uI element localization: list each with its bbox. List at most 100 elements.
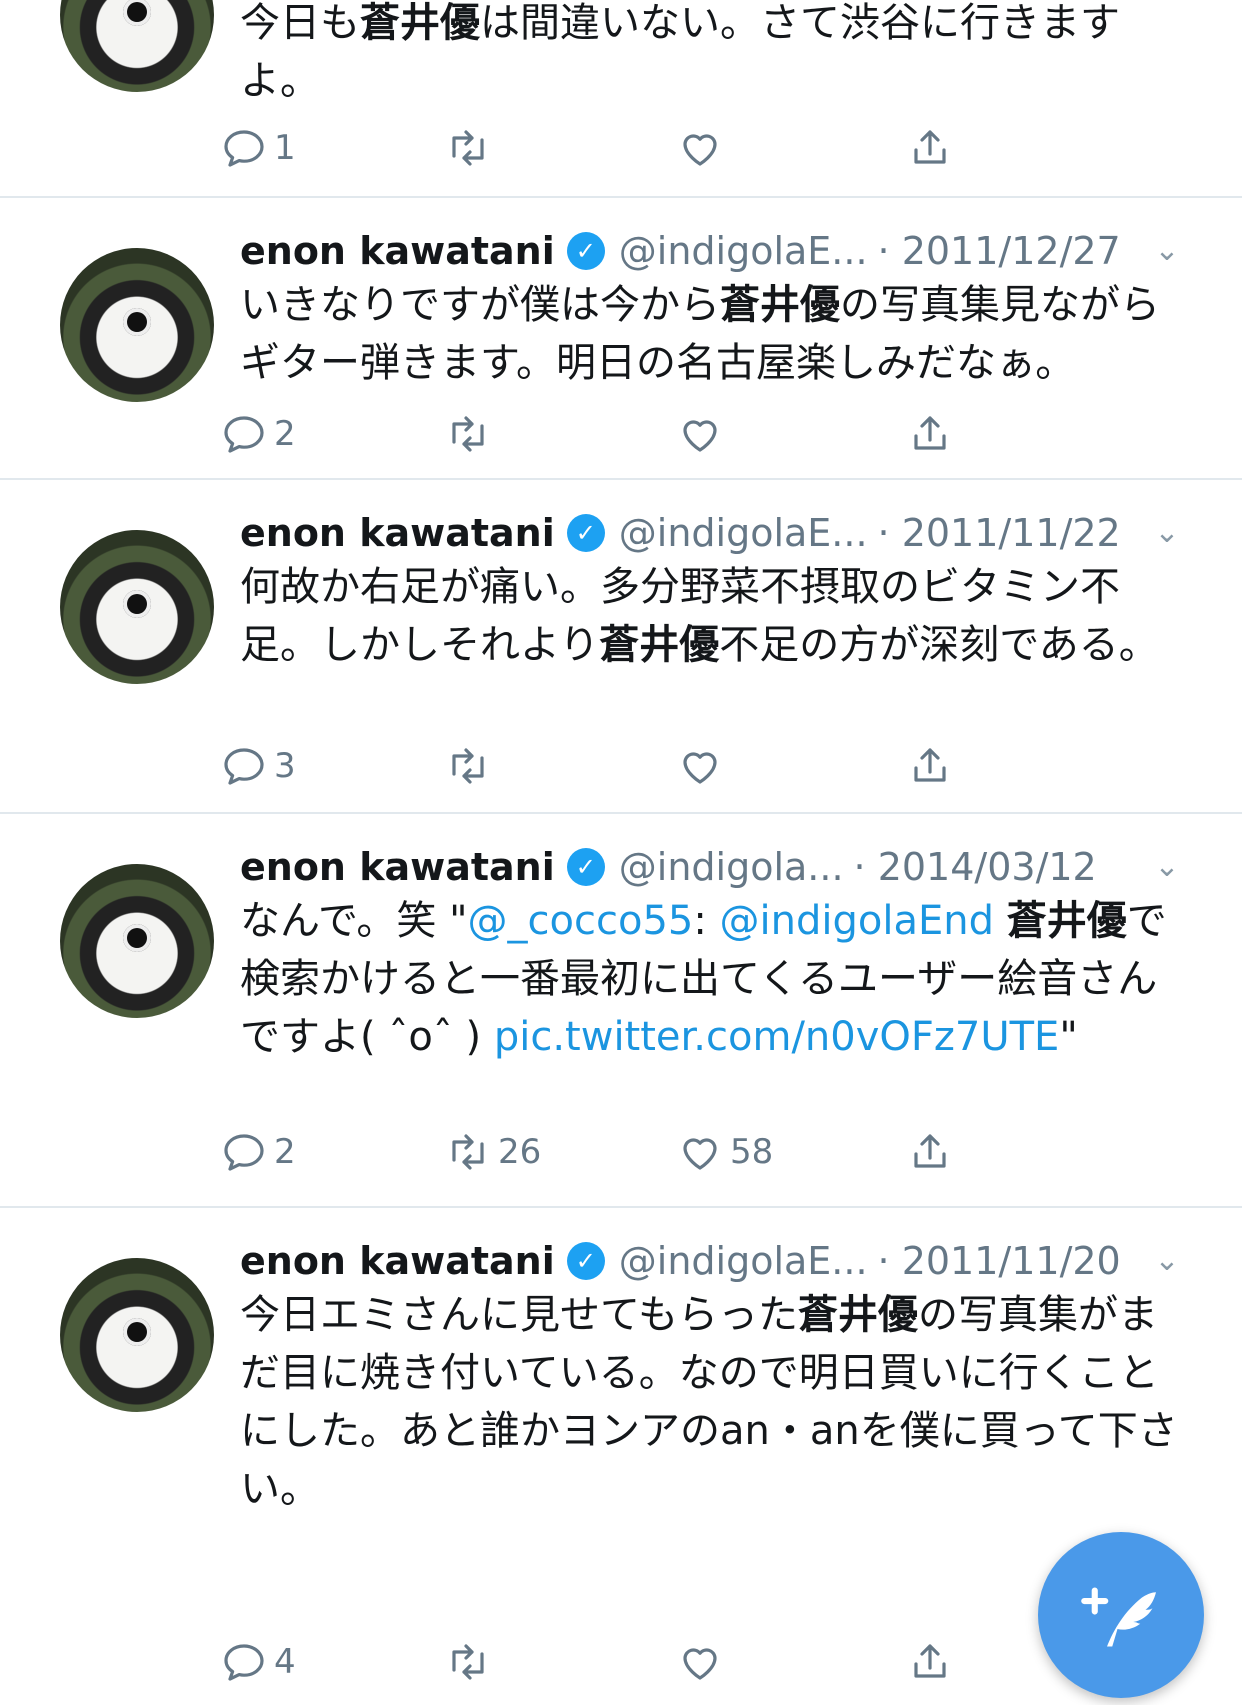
reply-button[interactable]: 1 [220, 118, 296, 178]
tweet-actions: 2 [224, 404, 1040, 464]
tweet-actions: 1 [224, 118, 1040, 178]
reply-button[interactable]: 3 [220, 736, 296, 796]
tweet-text-part: 不足の方が深刻である。 [719, 622, 1159, 668]
reply-count: 1 [274, 128, 296, 168]
share-button[interactable] [906, 118, 954, 178]
like-button[interactable] [676, 404, 730, 464]
reply-button[interactable]: 4 [220, 1632, 296, 1692]
tweet-date[interactable]: · 2011/11/20 [878, 1239, 1121, 1283]
mention-link[interactable]: @indigolaEnd [720, 898, 994, 944]
highlighted-term: 蒼井優 [360, 0, 480, 46]
share-button[interactable] [906, 1632, 954, 1692]
heart-icon [683, 752, 717, 784]
reply-icon [224, 130, 264, 167]
reply-icon [224, 1644, 264, 1681]
tweet-header: enon kawatani ✓ @indigolaE... · 2011/12/… [240, 226, 1121, 276]
heart-icon [683, 420, 717, 452]
share-button[interactable] [906, 736, 954, 796]
tweet-text-part [994, 898, 1007, 944]
display-name[interactable]: enon kawatani [240, 511, 555, 555]
retweet-icon [452, 1644, 484, 1680]
retweet-button[interactable] [444, 118, 498, 178]
username-handle[interactable]: @indigolaE... [619, 511, 868, 555]
display-name[interactable]: enon kawatani [240, 1239, 555, 1283]
display-name[interactable]: enon kawatani [240, 845, 555, 889]
heart-icon [683, 1138, 717, 1170]
like-button[interactable] [676, 736, 730, 796]
verified-badge-icon: ✓ [566, 514, 605, 552]
display-name[interactable]: enon kawatani [240, 229, 555, 273]
share-icon [914, 416, 946, 450]
like-button[interactable] [676, 1632, 730, 1692]
reply-count: 3 [274, 746, 296, 786]
retweet-icon [452, 130, 484, 166]
reply-count: 4 [274, 1642, 296, 1682]
tweet-actions: 3 [224, 736, 1040, 796]
avatar[interactable] [60, 248, 214, 402]
tweet-text-part: : [693, 898, 720, 944]
like-count: 58 [730, 1132, 774, 1172]
tweet-3[interactable]: enon kawatani ✓ @indigola... · 2014/03/1… [0, 814, 1242, 1208]
share-icon [914, 748, 946, 782]
tweet-0[interactable]: 今日も蒼井優は間違いない。さて渋谷に行きますよ。 1 [0, 0, 1242, 198]
tweet-header: enon kawatani ✓ @indigolaE... · 2011/11/… [240, 1236, 1121, 1286]
retweet-button[interactable] [444, 1632, 498, 1692]
retweet-icon [452, 1134, 484, 1170]
share-icon [914, 130, 946, 164]
compose-tweet-button[interactable] [1038, 1532, 1204, 1698]
reply-icon [224, 1134, 264, 1171]
media-link[interactable]: pic.twitter.com/n0vOFz7UTE [494, 1014, 1060, 1060]
mention-link[interactable]: @_cocco55 [468, 898, 694, 944]
retweet-button[interactable] [444, 736, 498, 796]
share-button[interactable] [906, 1122, 954, 1182]
avatar[interactable] [60, 864, 214, 1018]
heart-icon [683, 1648, 717, 1680]
share-icon [914, 1644, 946, 1678]
username-handle[interactable]: @indigola... [619, 845, 844, 889]
share-icon [914, 1134, 946, 1168]
like-button[interactable]: 58 [676, 1122, 773, 1182]
tweet-date[interactable]: · 2014/03/12 [854, 845, 1097, 889]
avatar[interactable] [60, 1258, 214, 1412]
reply-icon [224, 416, 264, 453]
chevron-down-icon[interactable]: ⌄ [1150, 234, 1184, 268]
retweet-count: 26 [498, 1132, 542, 1172]
tweet-date[interactable]: · 2011/12/27 [878, 229, 1121, 273]
highlighted-term: 蒼井優 [720, 282, 840, 328]
verified-badge-icon: ✓ [566, 232, 605, 270]
reply-button[interactable]: 2 [220, 404, 296, 464]
tweet-text-part: " [1059, 1014, 1078, 1060]
like-button[interactable] [676, 118, 730, 178]
tweet-date[interactable]: · 2011/11/22 [878, 511, 1121, 555]
tweet-actions: 2 26 58 [224, 1122, 1040, 1182]
tweet-header: enon kawatani ✓ @indigola... · 2014/03/1… [240, 842, 1097, 892]
heart-icon [683, 134, 717, 166]
reply-count: 2 [274, 1132, 296, 1172]
tweet-1[interactable]: enon kawatani ✓ @indigolaE... · 2011/12/… [0, 198, 1242, 480]
tweet-text: 今日エミさんに見せてもらった蒼井優の写真集がまだ目に焼き付いている。なので明日買… [240, 1286, 1180, 1518]
avatar[interactable] [60, 530, 214, 684]
verified-badge-icon: ✓ [566, 848, 605, 886]
avatar[interactable] [60, 0, 214, 92]
tweet-text-part: なんで。笑 " [240, 898, 468, 944]
tweet-actions: 4 [224, 1632, 1040, 1692]
username-handle[interactable]: @indigolaE... [619, 229, 868, 273]
username-handle[interactable]: @indigolaE... [619, 1239, 868, 1283]
tweet-text: いきなりですが僕は今から蒼井優の写真集見ながらギター弾きます。明日の名古屋楽しみ… [240, 276, 1180, 392]
retweet-icon [452, 748, 484, 784]
reply-count: 2 [274, 414, 296, 454]
highlighted-term: 蒼井優 [798, 1292, 918, 1338]
chevron-down-icon[interactable]: ⌄ [1150, 850, 1184, 884]
share-button[interactable] [906, 404, 954, 464]
highlighted-term: 蒼井優 [599, 622, 720, 668]
chevron-down-icon[interactable]: ⌄ [1150, 516, 1184, 550]
tweet-2[interactable]: enon kawatani ✓ @indigolaE... · 2011/11/… [0, 480, 1242, 814]
retweet-button[interactable]: 26 [444, 1122, 541, 1182]
retweet-button[interactable] [444, 404, 498, 464]
tweet-text-part: 今日エミさんに見せてもらった [240, 1292, 798, 1338]
chevron-down-icon[interactable]: ⌄ [1150, 1244, 1184, 1278]
reply-button[interactable]: 2 [220, 1122, 296, 1182]
tweet-text-part: 今日も [240, 0, 360, 46]
highlighted-term: 蒼井優 [1006, 898, 1127, 944]
tweet-header: enon kawatani ✓ @indigolaE... · 2011/11/… [240, 508, 1121, 558]
